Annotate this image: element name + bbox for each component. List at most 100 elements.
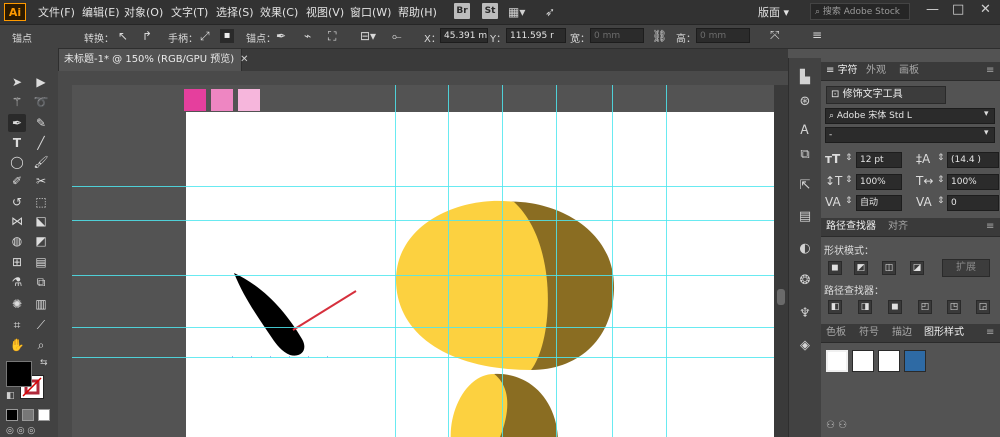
- leaf-shape[interactable]: [234, 273, 305, 356]
- close-icon[interactable]: ✕: [980, 2, 991, 17]
- tab-artboards[interactable]: 画板: [899, 62, 919, 80]
- tab-appearance[interactable]: 外观: [866, 62, 886, 80]
- workspace-switcher[interactable]: 版面 ▾: [758, 4, 789, 20]
- none-mode-icon[interactable]: [38, 409, 50, 421]
- convert-smooth-icon[interactable]: ↱: [142, 29, 152, 43]
- scale-icon[interactable]: ⬚: [32, 193, 50, 211]
- tracking-input[interactable]: 0: [947, 195, 999, 211]
- control-bar-menu-icon[interactable]: ≡: [812, 28, 822, 42]
- convert-corner-icon[interactable]: ↖: [118, 29, 128, 43]
- isolate-icon[interactable]: ⟜: [392, 29, 402, 44]
- transparency-icon[interactable]: ◐: [796, 240, 814, 258]
- gpu-performance-icon[interactable]: ➶: [545, 4, 561, 20]
- scrollbar-thumb[interactable]: [777, 289, 785, 305]
- hide-handles-icon[interactable]: ▪: [220, 29, 234, 43]
- panel-menu-icon[interactable]: ≡: [986, 62, 994, 80]
- minus-front-icon[interactable]: ◩: [854, 261, 868, 275]
- menu-help[interactable]: 帮助(H): [398, 4, 437, 20]
- stock-button[interactable]: St: [482, 3, 498, 19]
- chevron-down-icon[interactable]: ▾: [984, 109, 989, 119]
- character-styles-icon[interactable]: Ꭺ: [796, 122, 814, 140]
- color-mode-icon[interactable]: [6, 409, 18, 421]
- horizontal-scale-input[interactable]: 100%: [947, 174, 999, 190]
- body[interactable]: [450, 374, 508, 437]
- panel-menu-icon[interactable]: ≡: [986, 218, 994, 236]
- zoom-icon[interactable]: ⌕: [32, 336, 50, 354]
- stock-search-input[interactable]: ⌕ 搜索 Adobe Stock: [810, 3, 910, 20]
- layers-icon[interactable]: ◈: [796, 337, 814, 355]
- maximize-icon[interactable]: □: [952, 2, 964, 17]
- direct-selection-icon[interactable]: ▶: [32, 73, 50, 91]
- horizontal-ruler[interactable]: [58, 71, 788, 86]
- guide-vertical[interactable]: [448, 85, 449, 437]
- graphic-style-pattern[interactable]: [904, 350, 926, 372]
- menu-edit[interactable]: 编辑(E): [82, 4, 120, 20]
- brushes-icon[interactable]: ♆: [796, 305, 814, 323]
- line-segment-icon[interactable]: ╱: [32, 134, 50, 152]
- guide-horizontal[interactable]: [72, 327, 774, 328]
- gradient-mode-icon[interactable]: [22, 409, 34, 421]
- export-icon[interactable]: ⇱: [796, 177, 814, 195]
- menu-effect[interactable]: 效果(C): [260, 4, 298, 20]
- show-handles-icon[interactable]: ⤢: [200, 29, 210, 44]
- tab-symbols[interactable]: 符号: [859, 324, 879, 342]
- x-coordinate-input[interactable]: 45.391 m: [440, 28, 488, 43]
- stepper-icon[interactable]: ⇕: [845, 175, 853, 185]
- column-graph-icon[interactable]: ▥: [32, 295, 50, 313]
- shaper-icon[interactable]: ✐: [8, 172, 26, 190]
- guide-horizontal[interactable]: [72, 357, 774, 358]
- width-icon[interactable]: ⋈: [8, 212, 26, 230]
- trim-icon[interactable]: ◨: [858, 300, 872, 314]
- panel-footer-icons[interactable]: ⚇ ⚇: [826, 420, 847, 431]
- guide-vertical[interactable]: [666, 85, 667, 437]
- bridge-button[interactable]: Br: [454, 3, 470, 19]
- fill-swatch[interactable]: [6, 361, 32, 387]
- perspective-grid-icon[interactable]: ◩: [32, 232, 50, 250]
- graphic-style-shadow[interactable]: [878, 350, 900, 372]
- y-coordinate-input[interactable]: 111.595 r: [506, 28, 566, 43]
- shape-builder-icon[interactable]: ◍: [8, 232, 26, 250]
- mesh-icon[interactable]: ⊞: [8, 253, 26, 271]
- tab-close-icon[interactable]: ✕: [240, 54, 248, 65]
- canvas[interactable]: [72, 85, 774, 437]
- type-icon[interactable]: T: [8, 134, 26, 152]
- vertical-ruler[interactable]: [58, 85, 73, 437]
- cut-path-icon[interactable]: ⛶: [328, 29, 336, 44]
- ellipse-icon[interactable]: ◯: [8, 153, 26, 171]
- draw-mode-icon[interactable]: ◎ ◎ ◎: [6, 426, 35, 436]
- menu-object[interactable]: 对象(O): [124, 4, 163, 20]
- remove-anchor-icon[interactable]: ✒: [276, 29, 286, 43]
- blend-icon[interactable]: ⧉: [32, 273, 50, 291]
- menu-view[interactable]: 视图(V): [306, 4, 344, 20]
- merge-icon[interactable]: ◼: [888, 300, 902, 314]
- graphic-style-stroke[interactable]: [852, 350, 874, 372]
- align-anchors-icon[interactable]: ⊟▾: [360, 29, 376, 43]
- guide-vertical[interactable]: [395, 85, 396, 437]
- swatch-pink-dark[interactable]: [184, 89, 206, 111]
- expand-button[interactable]: 扩展: [942, 259, 990, 277]
- guide-horizontal[interactable]: [72, 186, 774, 187]
- crop-icon[interactable]: ◰: [918, 300, 932, 314]
- intersect-icon[interactable]: ◫: [882, 261, 896, 275]
- unite-icon[interactable]: ◼: [828, 261, 842, 275]
- font-family-select[interactable]: ⌕ Adobe 宋体 Std L: [825, 108, 995, 124]
- document-info-icon[interactable]: ▙: [796, 69, 814, 87]
- pen-icon[interactable]: ✒: [8, 114, 26, 132]
- selection-icon[interactable]: ➤: [8, 73, 26, 91]
- appearance-icon[interactable]: ❂: [796, 272, 814, 290]
- minimize-icon[interactable]: —: [926, 2, 939, 17]
- tab-graphic-styles[interactable]: 图形样式: [924, 324, 964, 342]
- menu-select[interactable]: 选择(S): [216, 4, 254, 20]
- navigator-icon[interactable]: ⊛: [796, 93, 814, 111]
- default-colors-icon[interactable]: ◧: [6, 391, 15, 401]
- tab-swatches[interactable]: 色板: [826, 324, 846, 342]
- guide-horizontal[interactable]: [72, 220, 774, 221]
- arrange-documents-icon[interactable]: ▦▾: [508, 4, 534, 20]
- swap-fill-stroke-icon[interactable]: ⇆: [40, 358, 48, 368]
- free-transform-icon[interactable]: ⬕: [32, 212, 50, 230]
- lasso-icon[interactable]: ➰: [32, 93, 50, 111]
- head[interactable]: [395, 200, 548, 370]
- eyedropper-icon[interactable]: ⚗: [8, 273, 26, 291]
- hand-icon[interactable]: ✋: [8, 336, 26, 354]
- artboard-icon[interactable]: ⌗: [8, 316, 26, 334]
